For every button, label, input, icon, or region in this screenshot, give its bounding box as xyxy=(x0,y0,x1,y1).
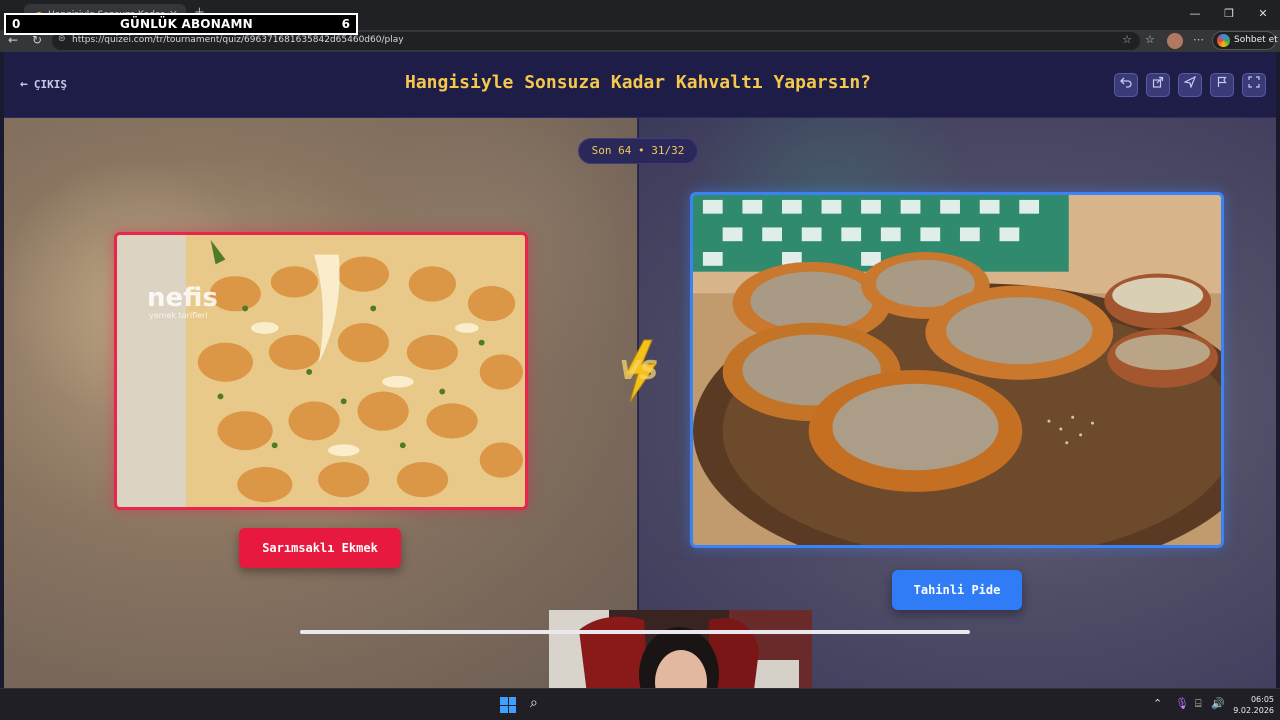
streamer-webcam xyxy=(549,610,812,688)
taskbar-clock[interactable]: 06:05 9.02.2026 xyxy=(1226,694,1274,716)
undo-button[interactable] xyxy=(1114,73,1138,97)
chat-button-label: Sohbet et xyxy=(1234,35,1278,45)
page-title: Hangisiyle Sonsuza Kadar Kahvaltı Yapars… xyxy=(405,72,871,93)
header-actions xyxy=(1114,73,1266,97)
share-button[interactable] xyxy=(1146,73,1170,97)
back-icon[interactable]: ← xyxy=(8,33,18,47)
minimize-button[interactable]: — xyxy=(1178,0,1212,30)
send-button[interactable] xyxy=(1178,73,1202,97)
reload-icon[interactable]: ↻ xyxy=(32,33,42,47)
undo-icon xyxy=(1120,77,1132,88)
option-left-image[interactable]: nefis yemek tarifleri xyxy=(114,232,528,510)
vs-text: VS xyxy=(619,356,659,386)
option-right-image[interactable] xyxy=(690,192,1224,548)
webcam-feed xyxy=(549,610,812,688)
clock-time: 06:05 xyxy=(1250,695,1274,704)
app-header: ← ÇIKIŞ Hangisiyle Sonsuza Kadar Kahvalt… xyxy=(4,52,1276,118)
gemini-icon xyxy=(1217,34,1230,47)
tray-overflow-icon[interactable]: ⌃ xyxy=(1153,697,1162,710)
matchup-arena: Son 64 • 31/32 nefis yemek tarifleri VS … xyxy=(4,118,1276,688)
subscriber-goal-overlay: 0 GÜNLÜK ABONAMN 6 xyxy=(4,13,358,35)
windows-start-icon[interactable] xyxy=(500,697,516,713)
send-icon xyxy=(1183,75,1197,89)
vs-badge: VS xyxy=(604,338,674,404)
profile-avatar[interactable] xyxy=(1167,33,1183,49)
window-controls: — ❒ ✕ xyxy=(1178,0,1280,30)
report-button[interactable] xyxy=(1210,73,1234,97)
nefis-watermark-sub: yemek tarifleri xyxy=(149,311,208,320)
flag-icon xyxy=(1217,76,1227,87)
close-window-button[interactable]: ✕ xyxy=(1246,0,1280,30)
horizontal-scrollbar[interactable] xyxy=(300,630,970,634)
sub-goal-start: 0 xyxy=(12,17,21,31)
fullscreen-button[interactable] xyxy=(1242,73,1266,97)
url-text: https://quizei.com/tr/tournament/quiz/69… xyxy=(72,35,404,45)
fullscreen-icon xyxy=(1248,76,1260,88)
more-menu-icon[interactable]: ⋯ xyxy=(1193,33,1204,46)
taskbar: ⌕ ⌃ 🎙 ⌸ 🔊 06:05 9.02.2026 xyxy=(0,688,1280,720)
quiz-page: ← ÇIKIŞ Hangisiyle Sonsuza Kadar Kahvalt… xyxy=(4,52,1276,688)
nefis-watermark: nefis xyxy=(147,283,218,313)
tahini-pide-photo xyxy=(693,195,1221,545)
garlic-bread-photo xyxy=(117,235,525,507)
microphone-icon[interactable]: 🎙 xyxy=(1175,697,1189,710)
taskbar-search-icon[interactable]: ⌕ xyxy=(530,695,538,711)
choice-right-button[interactable]: Tahinli Pide xyxy=(892,570,1022,610)
round-indicator: Son 64 • 31/32 xyxy=(578,138,698,164)
bookmark-star-icon[interactable]: ☆ xyxy=(1122,33,1132,46)
site-info-icon[interactable]: ⊜ xyxy=(58,34,66,44)
screen: Hangisiyle Sonsuza Kadar Kahvaltı... ✕ +… xyxy=(0,0,1280,720)
share-icon xyxy=(1152,76,1164,88)
sub-goal-end: 6 xyxy=(341,17,350,31)
clock-date: 9.02.2026 xyxy=(1233,706,1274,715)
favorites-icon[interactable]: ☆ xyxy=(1145,33,1155,46)
network-icon[interactable]: ⌸ xyxy=(1195,697,1202,711)
chat-button[interactable]: Sohbet et xyxy=(1212,31,1278,50)
maximize-button[interactable]: ❒ xyxy=(1212,0,1246,30)
sub-goal-label: GÜNLÜK ABONAMN xyxy=(120,17,253,31)
choice-left-button[interactable]: Sarımsaklı Ekmek xyxy=(239,528,401,568)
volume-icon[interactable]: 🔊 xyxy=(1211,697,1225,710)
